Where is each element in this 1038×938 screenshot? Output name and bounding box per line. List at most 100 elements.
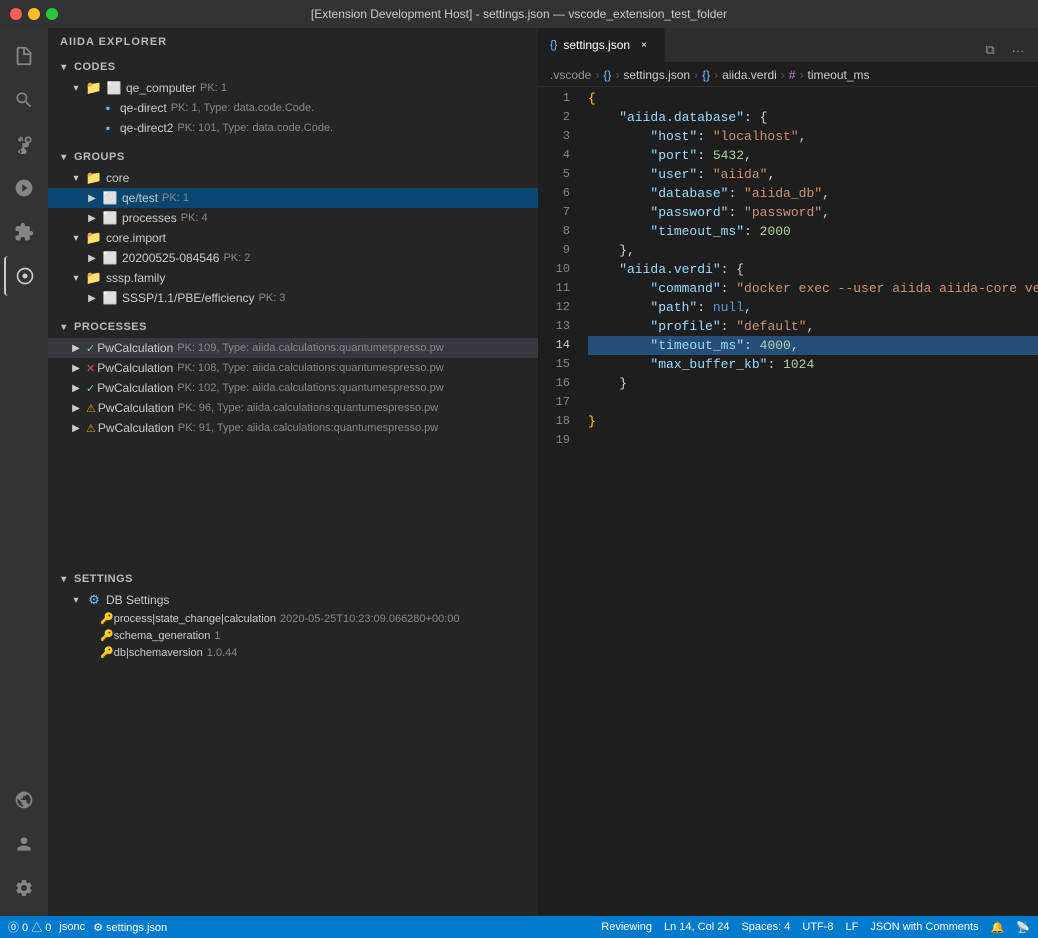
chevron-down-icon: ▾	[68, 170, 84, 186]
processes-group-item[interactable]: ▶ ⬜ processes PK: 4	[48, 208, 538, 228]
code-line-13: "profile": "default",	[588, 317, 1038, 336]
chevron-right-icon: ▶	[68, 420, 84, 436]
cursor-position-status[interactable]: Ln 14, Col 24	[664, 921, 729, 933]
breadcrumb-aiida-verdi[interactable]: aiida.verdi	[722, 68, 777, 82]
code-content[interactable]: { "aiida.database": { "host": "localhost…	[578, 87, 1038, 916]
broadcast-icon[interactable]: 📡	[1016, 921, 1030, 934]
errors-warnings-status[interactable]: ⓪ 0 △ 0	[8, 919, 51, 935]
tab-close-button[interactable]: ×	[636, 37, 652, 53]
qe-computer-folder[interactable]: ▾ 📁 ⬜ qe_computer PK: 1	[48, 78, 538, 98]
db-schemaversion-item[interactable]: 🔑 db|schemaversion 1.0.44	[48, 644, 538, 661]
process-state-change-item[interactable]: 🔑 process|state_change|calculation 2020-…	[48, 610, 538, 627]
chevron-down-icon: ▾	[68, 230, 84, 246]
code-line-6: "database": "aiida_db",	[588, 184, 1038, 203]
breadcrumb-vscode[interactable]: .vscode	[550, 68, 591, 82]
chevron-right-icon: ▶	[84, 210, 100, 226]
processes-section-header[interactable]: ▾ PROCESSES	[48, 316, 538, 338]
pwcalc-102-item[interactable]: ▶ ✓ PwCalculation PK: 102, Type: aiida.c…	[48, 378, 538, 398]
status-bar-right: Reviewing Ln 14, Col 24 Spaces: 4 UTF-8 …	[601, 921, 1030, 934]
qe-direct-item[interactable]: ▪ qe-direct PK: 1, Type: data.code.Code.	[48, 98, 538, 118]
import-date-item[interactable]: ▶ ⬜ 20200525-084546 PK: 2	[48, 248, 538, 268]
settings-json-tab[interactable]: {} settings.json ×	[538, 28, 665, 62]
filename-status[interactable]: ⚙ settings.json	[93, 921, 167, 934]
code-line-10: "aiida.verdi": {	[588, 260, 1038, 279]
pwcalc-96-item[interactable]: ▶ ⚠ PwCalculation PK: 96, Type: aiida.ca…	[48, 398, 538, 418]
chevron-right-icon: ▶	[68, 380, 84, 396]
sidebar-content: ▾ CODES ▾ 📁 ⬜ qe_computer PK: 1 ▪ qe-dir…	[48, 56, 538, 916]
code-line-17	[588, 393, 1038, 412]
source-control-icon[interactable]	[4, 124, 44, 164]
git-status-item[interactable]: Reviewing	[601, 921, 652, 933]
code-line-9: },	[588, 241, 1038, 260]
chevron-down-icon: ▾	[68, 592, 84, 608]
search-icon[interactable]	[4, 80, 44, 120]
qe-test-item[interactable]: ▶ ⬜ qe/test PK: 1	[48, 188, 538, 208]
code-icon: ▪	[100, 120, 116, 136]
groups-section-header[interactable]: ▾ GROUPS	[48, 146, 538, 168]
window-title: [Extension Development Host] - settings.…	[311, 7, 727, 21]
chevron-down-icon: ▾	[68, 270, 84, 286]
chevron-down-icon: ▾	[56, 571, 72, 587]
group-icon: ⬜	[102, 190, 118, 206]
settings-section-header[interactable]: ▾ SETTINGS	[48, 568, 538, 590]
code-line-5: "user": "aiida",	[588, 165, 1038, 184]
schema-generation-item[interactable]: 🔑 schema_generation 1	[48, 627, 538, 644]
code-line-8: "timeout_ms": 2000	[588, 222, 1038, 241]
breadcrumb-hash-icon: #	[789, 68, 796, 82]
notifications-status[interactable]: 🔔	[991, 921, 1005, 934]
extensions-icon[interactable]	[4, 212, 44, 252]
status-bar-left: ⓪ 0 △ 0 jsonc ⚙ settings.json	[8, 919, 167, 935]
code-editor[interactable]: 1 2 3 4 5 6 7 8 9 10 11 12 13 14 15 16 1…	[538, 87, 1038, 916]
account-icon[interactable]	[4, 824, 44, 864]
code-line-16: }	[588, 374, 1038, 393]
chevron-down-icon: ▾	[56, 319, 72, 335]
pwcalc-109-item[interactable]: ▶ ✓ PwCalculation PK: 109, Type: aiida.c…	[48, 338, 538, 358]
breadcrumb-timeout-ms[interactable]: timeout_ms	[807, 68, 869, 82]
core-import-folder[interactable]: ▾ 📁 core.import	[48, 228, 538, 248]
code-line-12: "path": null,	[588, 298, 1038, 317]
indent-status[interactable]: Spaces: 4	[741, 921, 790, 933]
remote-icon[interactable]	[4, 780, 44, 820]
breadcrumb-icon-1: {}	[603, 68, 611, 82]
core-folder[interactable]: ▾ 📁 core	[48, 168, 538, 188]
editor-area: {} settings.json × ⧉ ··· .vscode › {} › …	[538, 28, 1038, 916]
tab-filename: settings.json	[563, 38, 630, 52]
group-icon: ⬜	[102, 290, 118, 306]
sidebar: AIIDA EXPLORER ▾ CODES ▾ 📁 ⬜ qe_computer…	[48, 28, 538, 916]
explorer-icon[interactable]	[4, 36, 44, 76]
minimize-button[interactable]	[28, 8, 40, 20]
group-icon: ⬜	[102, 250, 118, 266]
language-status[interactable]: JSON with Comments	[870, 921, 978, 933]
chevron-right-icon: ▶	[84, 190, 100, 206]
codes-section-header[interactable]: ▾ CODES	[48, 56, 538, 78]
bell-icon: 🔔	[991, 921, 1005, 934]
encoding-status[interactable]: UTF-8	[802, 921, 833, 933]
pwcalc-108-item[interactable]: ▶ ✕ PwCalculation PK: 108, Type: aiida.c…	[48, 358, 538, 378]
line-numbers: 1 2 3 4 5 6 7 8 9 10 11 12 13 14 15 16 1…	[538, 87, 578, 916]
code-line-2: "aiida.database": {	[588, 108, 1038, 127]
line-ending-status[interactable]: LF	[846, 921, 859, 933]
code-line-3: "host": "localhost",	[588, 127, 1038, 146]
computer-icon: ⬜	[106, 80, 122, 96]
status-bar: ⓪ 0 △ 0 jsonc ⚙ settings.json Reviewing …	[0, 916, 1038, 938]
maximize-button[interactable]	[46, 8, 58, 20]
split-editor-button[interactable]: ⧉	[978, 38, 1002, 62]
code-line-19	[588, 431, 1038, 450]
close-button[interactable]	[10, 8, 22, 20]
tab-actions: ⧉ ···	[970, 38, 1038, 62]
breadcrumb-settings-json[interactable]: settings.json	[623, 68, 690, 82]
run-debug-icon[interactable]	[4, 168, 44, 208]
db-settings-group[interactable]: ▾ ⚙ DB Settings	[48, 590, 538, 610]
manage-icon[interactable]	[4, 868, 44, 908]
sssp-family-folder[interactable]: ▾ 📁 sssp.family	[48, 268, 538, 288]
aiida-icon[interactable]	[4, 256, 44, 296]
pwcalc-91-item[interactable]: ▶ ⚠ PwCalculation PK: 91, Type: aiida.ca…	[48, 418, 538, 438]
code-line-7: "password": "password",	[588, 203, 1038, 222]
qe-direct2-item[interactable]: ▪ qe-direct2 PK: 101, Type: data.code.Co…	[48, 118, 538, 138]
language-mode-status[interactable]: jsonc	[59, 921, 85, 933]
sssp-efficiency-item[interactable]: ▶ ⬜ SSSP/1.1/PBE/efficiency PK: 3	[48, 288, 538, 308]
code-icon: ▪	[100, 100, 116, 116]
json-file-icon: {}	[550, 39, 557, 51]
more-actions-button[interactable]: ···	[1006, 38, 1030, 62]
chevron-right-icon: ▶	[68, 340, 84, 356]
